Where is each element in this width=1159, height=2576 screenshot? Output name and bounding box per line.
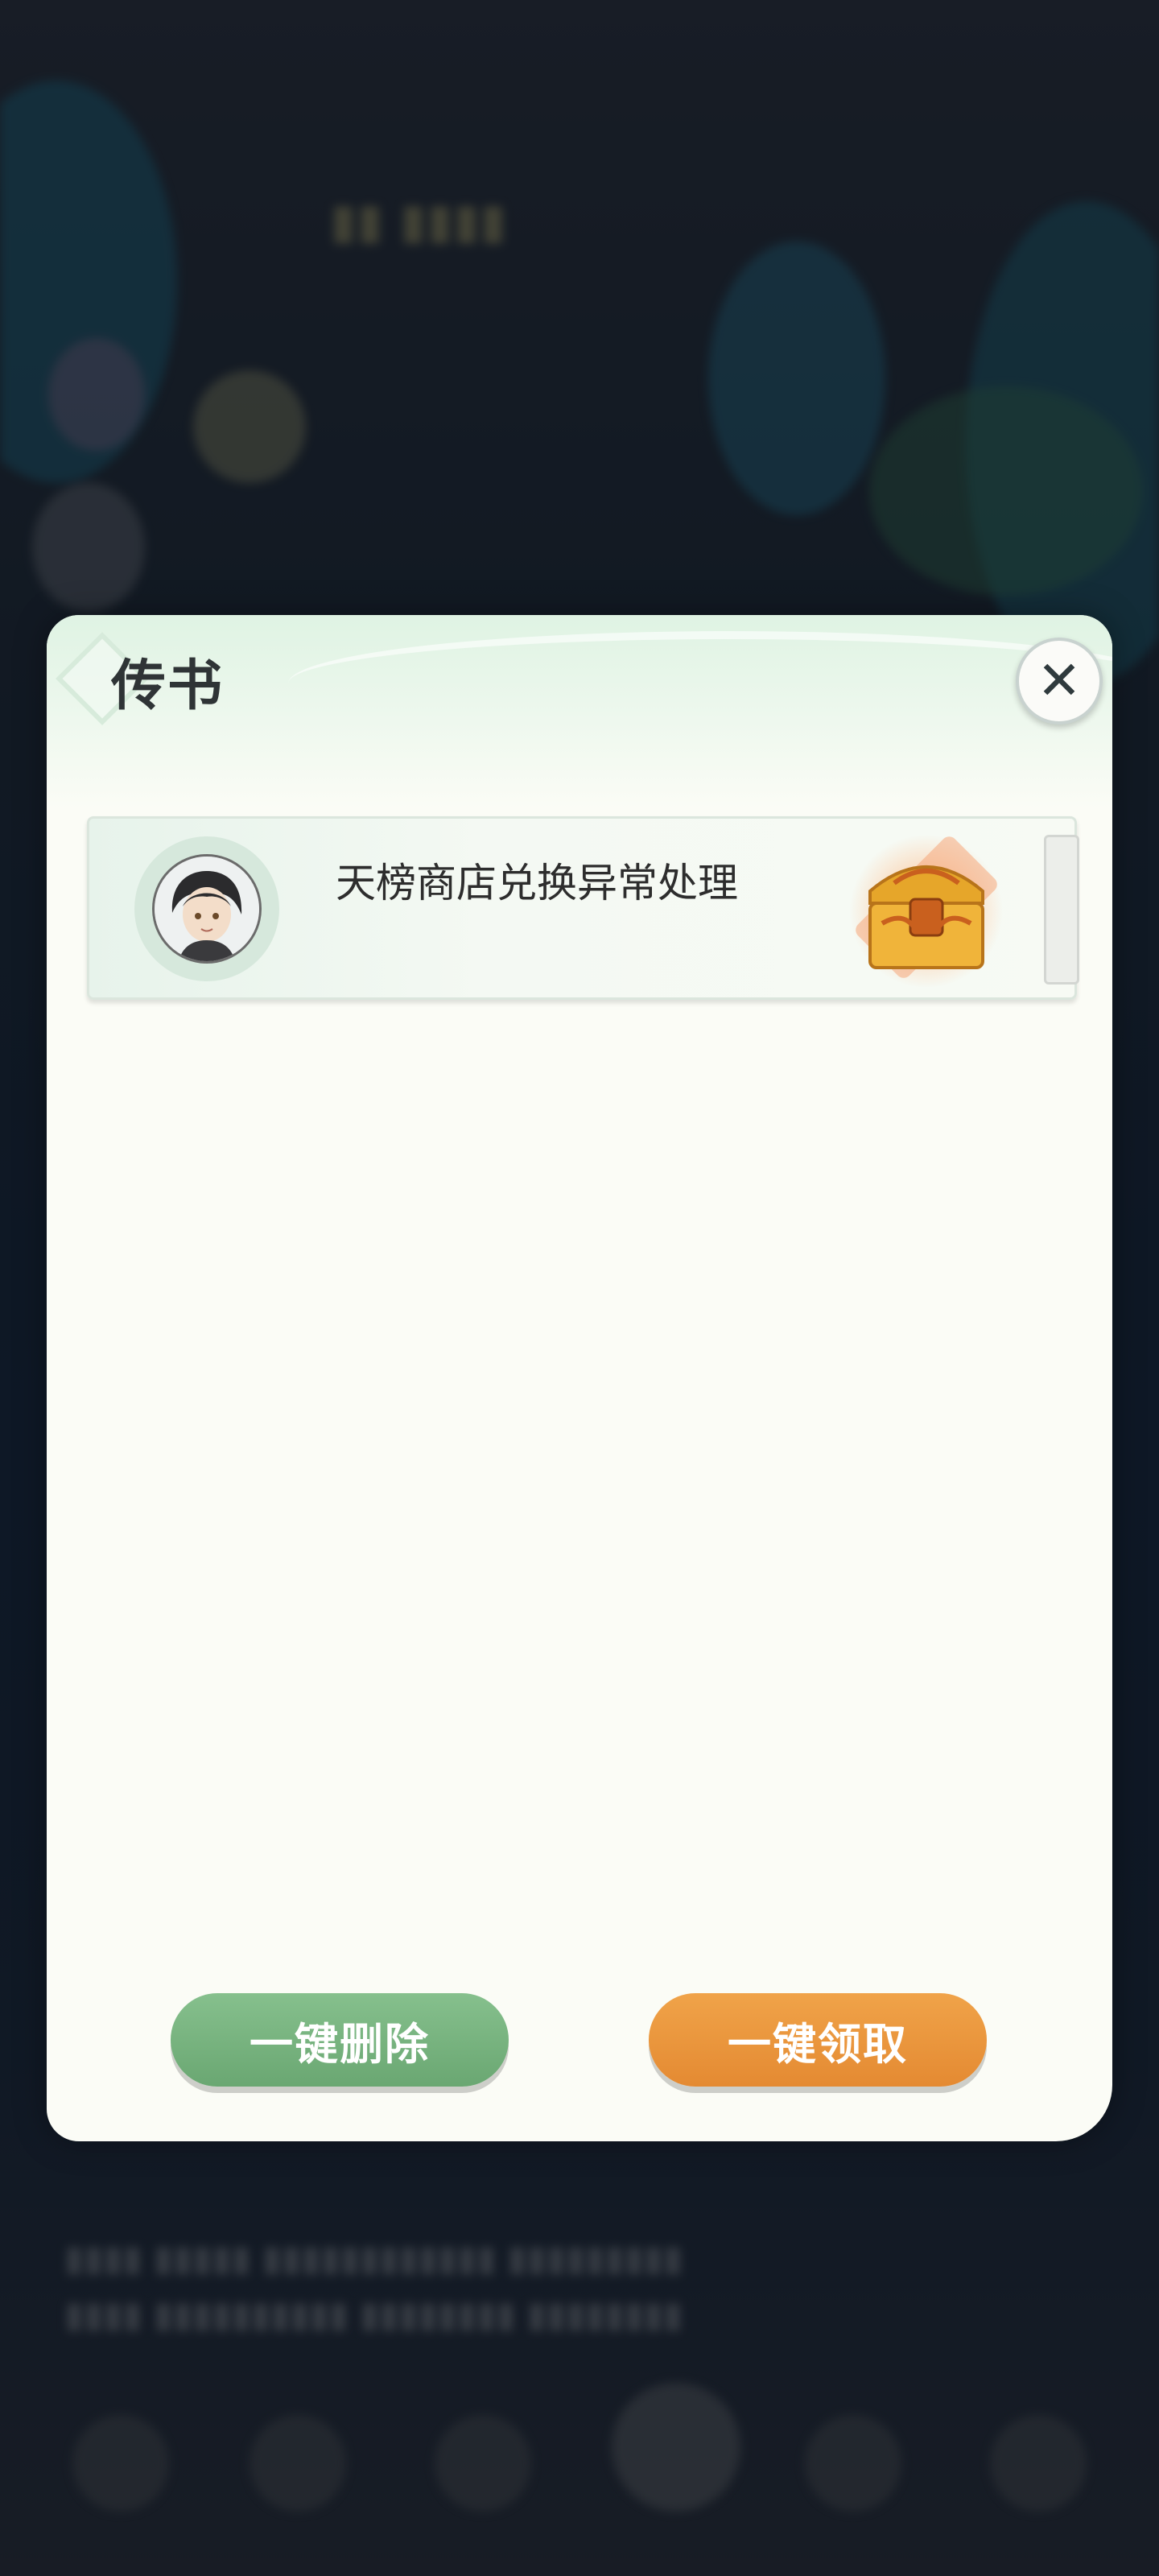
dialog-title: 传书 xyxy=(111,654,225,718)
avatar xyxy=(152,854,262,964)
scrollbar-thumb[interactable] xyxy=(1044,835,1079,985)
close-icon: ✕ xyxy=(1037,650,1082,712)
mail-list-item[interactable]: 天榜商店兑换异常处理 xyxy=(87,816,1079,1000)
sender-avatar-frame xyxy=(134,836,279,981)
delete-all-button[interactable]: 一键删除 xyxy=(171,1993,509,2087)
mail-dialog: 传书 ✕ 天榜商店兑换异常处理 一键删除 一键领取 xyxy=(47,615,1112,2141)
dialog-header: 传书 ✕ xyxy=(47,615,1112,808)
close-button[interactable]: ✕ xyxy=(1016,638,1103,724)
mail-subject: 天榜商店兑换异常处理 xyxy=(336,860,738,906)
claim-all-button[interactable]: 一键领取 xyxy=(649,1993,987,2087)
treasure-chest-icon xyxy=(846,827,1007,988)
